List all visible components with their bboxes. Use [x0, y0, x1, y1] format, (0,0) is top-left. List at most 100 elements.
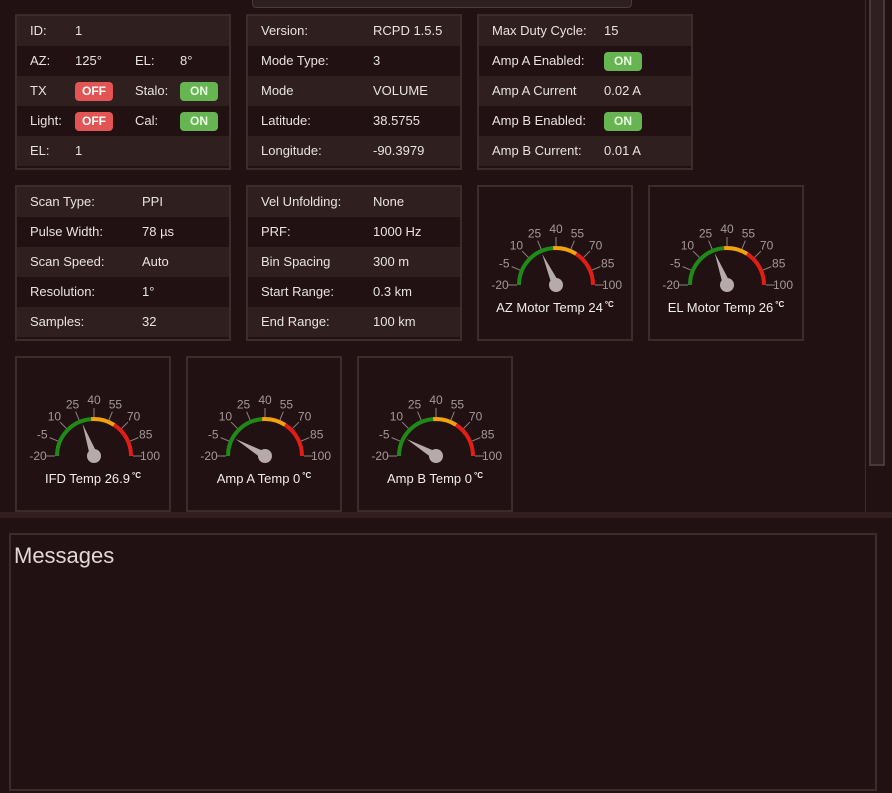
- info-row: Mode Type: 3: [248, 46, 460, 76]
- gauge-tick-label: 100: [773, 278, 793, 292]
- info-row: Longitude: -90.3979: [248, 136, 460, 166]
- gauge-tick-label: 55: [742, 226, 756, 240]
- amp-a-current-label: Amp A Current: [492, 83, 577, 98]
- gauge-zone-arc: [574, 252, 595, 286]
- gauge-tick-label: -5: [499, 257, 510, 271]
- scan-row: Pulse Width: 78 µs: [17, 217, 229, 247]
- amp-panel: Max Duty Cycle: 15 Amp A Enabled: ON Amp…: [477, 14, 693, 170]
- gauge-tick: [708, 240, 713, 250]
- gauge-tick-label: 25: [66, 397, 80, 411]
- range-row: Start Range: 0.3 km: [248, 277, 460, 307]
- gauge-tick: [49, 437, 59, 442]
- gauge-zone-arc: [112, 423, 133, 457]
- info-row: Mode VOLUME: [248, 76, 460, 106]
- scan-panel: Scan Type: PPI Pulse Width: 78 µs Scan Spe…: [15, 185, 231, 341]
- scan-label: Samples:: [30, 314, 85, 329]
- cal-toggle[interactable]: ON: [180, 112, 218, 131]
- gauge-tick: [591, 266, 601, 271]
- gauge-title: Amp B Temp 0 °C: [359, 471, 511, 486]
- gauge-tick-label: 10: [681, 238, 695, 252]
- scrollbar-thumb[interactable]: [869, 0, 885, 466]
- amp-row-b-enabled: Amp B Enabled: ON: [479, 106, 691, 136]
- info-value: RCPD 1.5.5: [373, 23, 443, 38]
- id-label: ID:: [30, 23, 47, 38]
- gauge-zone-arc: [454, 423, 475, 457]
- gauge-tick: [570, 240, 575, 250]
- tx-label: TX: [30, 83, 47, 98]
- range-row: Bin Spacing 300 m: [248, 247, 460, 277]
- scan-value: Auto: [142, 254, 169, 269]
- gauge-zone-arc: [90, 417, 116, 427]
- gauge-tick-label: 100: [311, 449, 331, 463]
- range-label: Vel Unfolding:: [261, 194, 342, 209]
- gauge-tick: [741, 240, 746, 250]
- gauge-title-text: AZ Motor Temp 24: [496, 300, 603, 315]
- gauge-tick-label: 25: [528, 226, 542, 240]
- gauge-tick-label: 55: [451, 397, 465, 411]
- gauge-tick: [246, 411, 251, 421]
- scan-label: Scan Type:: [30, 194, 95, 209]
- gauge-tick: [220, 437, 230, 442]
- gauge-dial: -20 -510 25 40 55 70 85 100: [29, 393, 160, 463]
- gauge-zone-arc: [283, 423, 304, 457]
- status-row-el: EL: 1: [17, 136, 229, 166]
- amp-b-current-value: 0.01 A: [604, 143, 641, 158]
- gauge-tick-label: 40: [720, 222, 734, 236]
- gauge-tick-label: 40: [549, 222, 563, 236]
- amp-b-current-label: Amp B Current:: [492, 143, 582, 158]
- gauge-hub: [87, 449, 101, 463]
- gauge-title-text: IFD Temp 26.9: [44, 471, 131, 486]
- scan-row: Scan Type: PPI: [17, 187, 229, 217]
- range-value: None: [373, 194, 405, 209]
- tx-toggle[interactable]: OFF: [75, 82, 113, 101]
- gauge-tick-label: 85: [601, 257, 615, 271]
- el2-value: 1: [75, 143, 83, 158]
- id-value: 1: [75, 23, 83, 38]
- gauge-zone-arc: [432, 417, 458, 427]
- gauge-tick-label: 40: [87, 393, 101, 407]
- max-duty-label: Max Duty Cycle:: [492, 23, 587, 38]
- gauge-tick-label: -5: [379, 428, 390, 442]
- pane-splitter[interactable]: [0, 512, 892, 518]
- gauge-tick-label: -20: [371, 449, 389, 463]
- gauge-tick: [108, 411, 113, 421]
- gauge-dial: -20 -510 25 40 55 70 85 100: [662, 222, 793, 292]
- gauge-unit: °C: [302, 471, 312, 480]
- gauge-hub: [720, 278, 734, 292]
- status-row-tx-stalo: TX OFF Stalo: ON: [17, 76, 229, 106]
- gauge-dial: -20 -510 25 40 55 70 85 100: [491, 222, 622, 292]
- gauge-tick: [129, 437, 139, 442]
- info-label: Longitude:: [261, 143, 322, 158]
- info-row: Version: RCPD 1.5.5: [248, 16, 460, 46]
- info-label: Version:: [261, 23, 308, 38]
- gauge-title: EL Motor Temp 26 °C: [650, 300, 802, 315]
- amp-a-enabled-toggle[interactable]: ON: [604, 52, 642, 71]
- az-value: 125°: [75, 53, 102, 68]
- range-label: End Range:: [261, 314, 330, 329]
- scan-label: Pulse Width:: [30, 224, 103, 239]
- gauge-tick-label: 70: [127, 409, 141, 423]
- gauge-tick-label: 85: [481, 428, 495, 442]
- info-value: VOLUME: [373, 83, 428, 98]
- gauge-tick: [682, 266, 692, 271]
- gauge-tick-label: 85: [139, 428, 153, 442]
- amp-b-enabled-toggle[interactable]: ON: [604, 112, 642, 131]
- gauge-tick: [279, 411, 284, 421]
- gauge-tick: [450, 411, 455, 421]
- gauge-title: Amp A Temp 0 °C: [188, 471, 340, 486]
- gauge-tick-label: 25: [408, 397, 422, 411]
- gauge-tick-label: 55: [109, 397, 123, 411]
- gauge-tick-label: 70: [469, 409, 483, 423]
- info-value: -90.3979: [373, 143, 425, 158]
- gauge-zone-arc: [745, 252, 766, 286]
- range-value: 1000 Hz: [373, 224, 422, 239]
- amp-b-temp-gauge: -20 -5 10 25 40 55 70 85 100 Amp B Temp 0 °C: [357, 356, 513, 512]
- gauge-tick: [75, 411, 80, 421]
- info-value: 38.5755: [373, 113, 420, 128]
- light-label: Light:: [30, 113, 62, 128]
- gauge-tick-label: 25: [699, 226, 713, 240]
- top-toolbar-edge: [252, 0, 632, 8]
- gauge-tick-label: -20: [491, 278, 509, 292]
- stalo-toggle[interactable]: ON: [180, 82, 218, 101]
- light-toggle[interactable]: OFF: [75, 112, 113, 131]
